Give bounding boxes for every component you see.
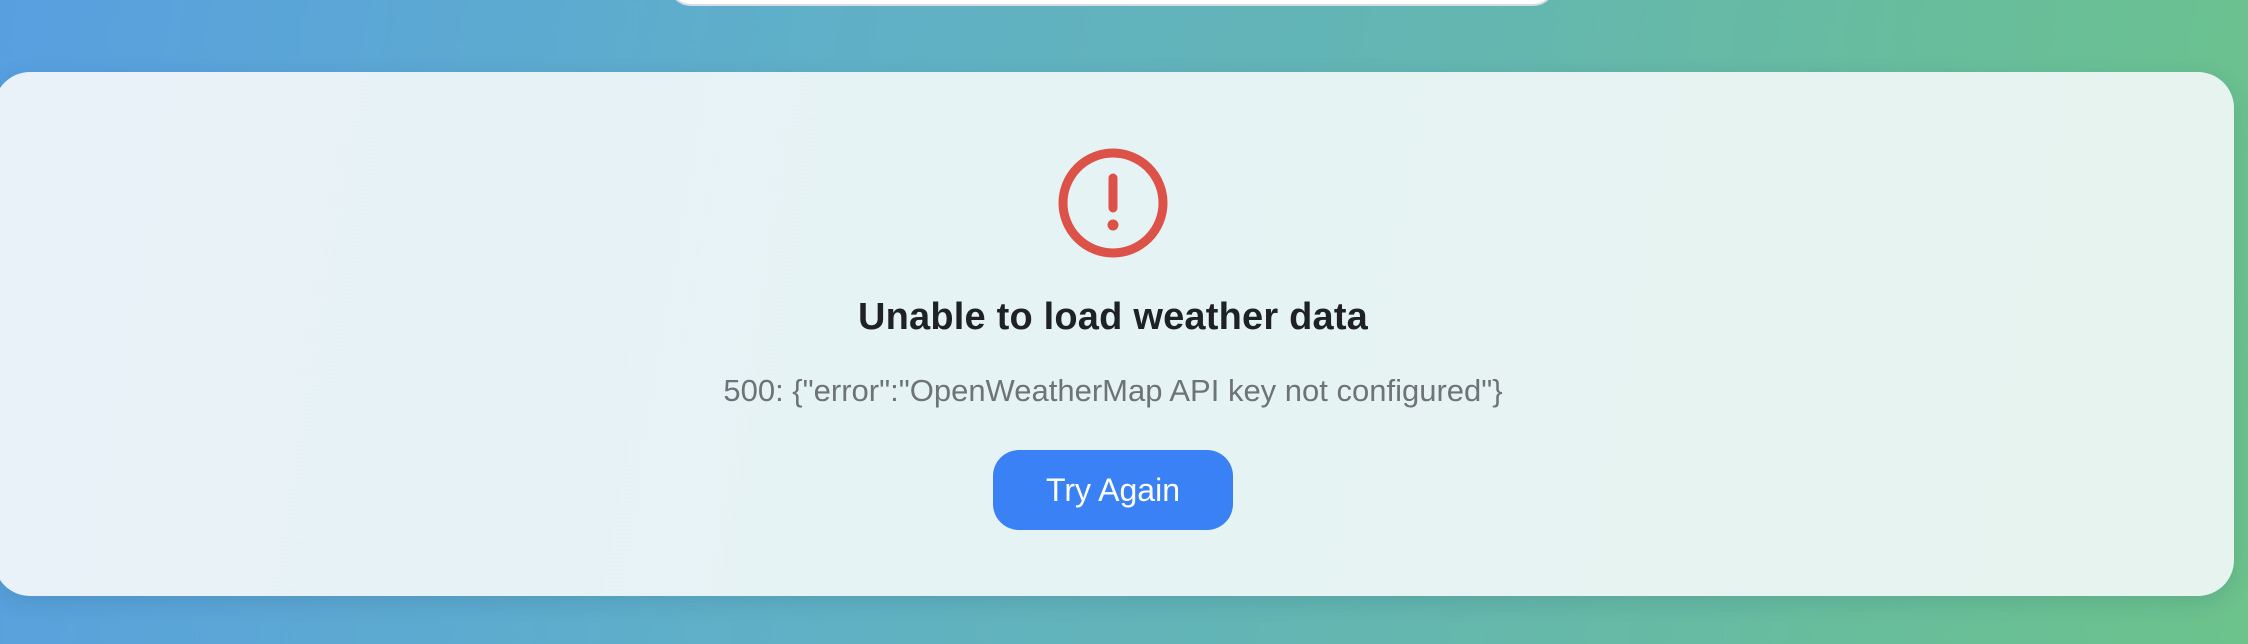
error-message: 500: {"error":"OpenWeatherMap API key no… [723, 373, 1503, 408]
search-bar[interactable] [668, 0, 1556, 6]
error-title: Unable to load weather data [857, 296, 1369, 338]
alert-circle-icon [1058, 148, 1168, 258]
try-again-button[interactable]: Try Again [993, 450, 1233, 530]
